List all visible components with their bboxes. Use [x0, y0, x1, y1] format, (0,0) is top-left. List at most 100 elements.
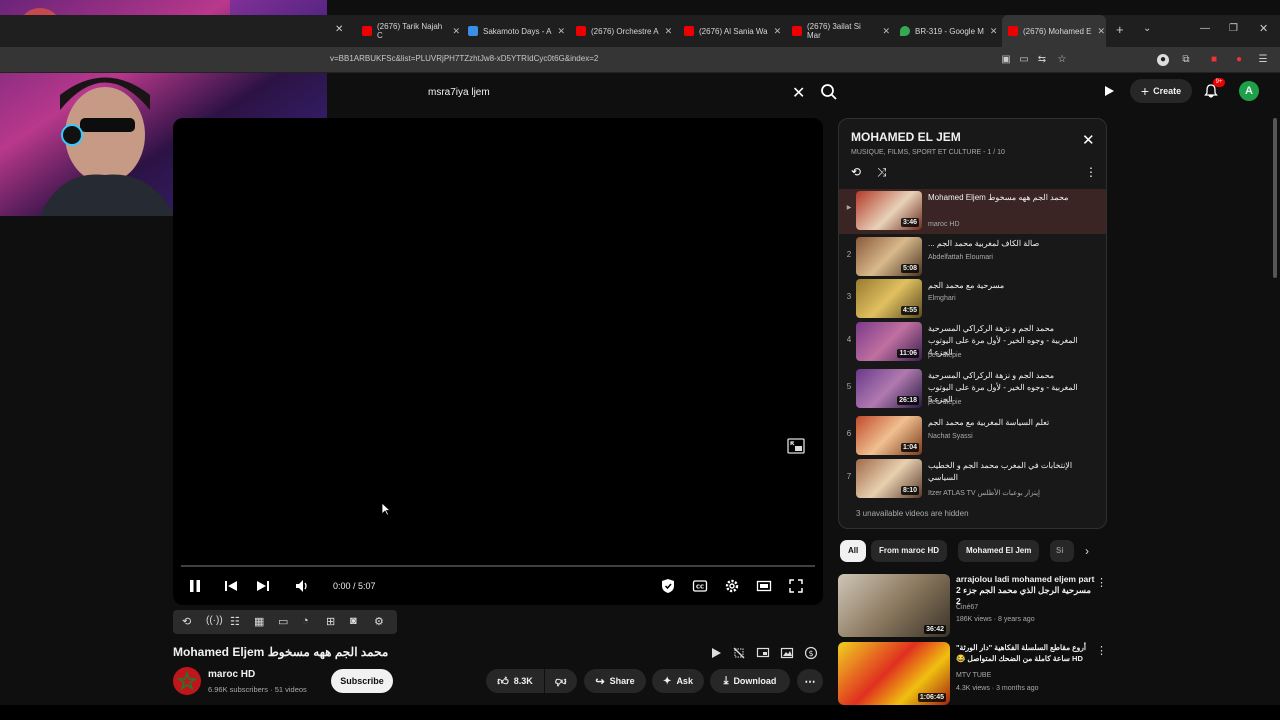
duration-badge: 8:10: [900, 486, 919, 495]
playlist-item[interactable]: 5 26:18 محمد الجم و نزهة الركراكي المسرح…: [839, 367, 1106, 413]
tab-close-icon[interactable]: ✕: [882, 26, 890, 37]
pause-icon[interactable]: [187, 578, 203, 594]
more-vertical-icon[interactable]: ⋮: [1085, 165, 1097, 179]
video-player[interactable]: 0:00 / 5:07 CC: [173, 118, 823, 605]
loop-playlist-icon[interactable]: ⟲: [851, 165, 861, 179]
url-text[interactable]: v=BB1ARBUKFSc&list=PLUVRjPH7TZzhtJw8-xD5…: [330, 54, 598, 63]
maps-favicon-icon: [900, 26, 910, 36]
more-vertical-icon[interactable]: ⋮: [1096, 644, 1107, 657]
chip-from-channel[interactable]: From maroc HD: [871, 540, 948, 562]
tab-close-icon[interactable]: ✕: [1097, 26, 1105, 37]
grid-icon[interactable]: ▦: [254, 615, 268, 629]
dollar-icon[interactable]: $: [804, 646, 818, 660]
restore-icon[interactable]: ❐: [1229, 23, 1238, 34]
add-box-icon[interactable]: ⊞: [326, 615, 340, 629]
search-box[interactable]: msra7iya ljem ✕: [416, 78, 814, 106]
browser-tab[interactable]: (2676) Tarik Najah C ✕: [356, 15, 460, 47]
address-bar[interactable]: v=BB1ARBUKFSc&list=PLUVRjPH7TZzhtJw8-xD5…: [0, 47, 1280, 73]
chip-partial[interactable]: Si: [1050, 540, 1074, 562]
close-playlist-icon[interactable]: ✕: [1082, 133, 1095, 148]
shield-icon[interactable]: [660, 578, 676, 594]
volume-icon[interactable]: [294, 578, 310, 594]
duration-badge: 26:18: [897, 396, 919, 405]
picture-in-picture-icon[interactable]: [756, 646, 770, 660]
playlist-item[interactable]: 3 4:55 مسرحية مع محمد الجم Elmghari: [839, 277, 1106, 322]
ask-button[interactable]: ✦ Ask: [652, 669, 704, 693]
tab-close-icon[interactable]: ✕: [335, 24, 343, 35]
no-autoplay-icon[interactable]: [732, 646, 746, 660]
recommended-title: أروع مقاطع السلسلة الفكاهية "دار الورثة"…: [956, 643, 1086, 663]
play-icon[interactable]: [1103, 85, 1115, 97]
profile-icon[interactable]: ●: [1233, 54, 1245, 66]
resize-icon[interactable]: ▭: [278, 615, 292, 629]
chip-all[interactable]: All: [840, 540, 867, 562]
browser-menu-icon[interactable]: ☰: [1257, 54, 1269, 66]
loop-icon[interactable]: ⟲: [182, 615, 196, 629]
shuffle-icon[interactable]: ⤨: [877, 165, 887, 180]
search-input[interactable]: msra7iya ljem: [428, 87, 490, 98]
window-close-icon[interactable]: ✕: [1259, 22, 1268, 35]
playlist-item[interactable]: 2 5:08 صالة الكاف لمغربية محمد الجم ... …: [839, 235, 1106, 280]
screenshot-icon[interactable]: ▣: [1000, 54, 1012, 66]
browser-tab[interactable]: (2676) Orchestre A ✕: [570, 15, 674, 47]
miniplayer-icon[interactable]: [787, 438, 805, 454]
extension-icon[interactable]: ●: [1157, 54, 1169, 66]
recording-icon[interactable]: ■: [1208, 54, 1220, 66]
fullscreen-icon[interactable]: [788, 578, 804, 594]
download-button[interactable]: ⤓ Download: [710, 669, 790, 693]
translate-icon[interactable]: ⇆: [1036, 54, 1048, 66]
minimize-icon[interactable]: —: [1200, 23, 1210, 34]
playlist-item[interactable]: 7 8:10 الإنتخابات في المغرب محمد الجم و …: [839, 457, 1106, 503]
browser-tab[interactable]: BR-319 - Google M ✕: [894, 15, 998, 47]
image-icon[interactable]: [780, 646, 794, 660]
account-avatar[interactable]: A: [1239, 81, 1259, 101]
like-button[interactable]: 👍︎ 8.3K: [486, 669, 544, 693]
theater-mode-icon[interactable]: [756, 578, 772, 594]
browser-tab-active[interactable]: (2676) Mohamed E ✕: [1002, 15, 1106, 47]
recommended-video[interactable]: 1:06:45 أروع مقاطع السلسلة الفكاهية "دار…: [838, 642, 1108, 706]
more-actions-button[interactable]: ⋯: [797, 669, 823, 693]
tab-close-icon[interactable]: ✕: [990, 26, 998, 37]
tab-close-icon[interactable]: ✕: [557, 26, 565, 37]
channel-avatar[interactable]: [173, 667, 201, 695]
previous-icon[interactable]: [223, 578, 239, 594]
extensions-puzzle-icon[interactable]: ⧉: [1180, 54, 1192, 66]
tab-label: BR-319 - Google M: [915, 26, 984, 36]
playlist-item[interactable]: 4 11:06 محمد الجم و نزهة الركراكي المسرح…: [839, 320, 1106, 366]
tab-close-icon[interactable]: ✕: [774, 26, 782, 37]
captions-icon[interactable]: CC: [692, 578, 708, 594]
subscribe-button[interactable]: Subscribe: [331, 669, 393, 693]
tab-list-chevron-icon[interactable]: ⌄: [1143, 23, 1151, 34]
share-button[interactable]: ↪ Share: [584, 669, 646, 693]
next-icon[interactable]: [255, 578, 271, 594]
page-scrollbar[interactable]: [1273, 118, 1277, 278]
chevron-right-icon[interactable]: ›: [1085, 544, 1089, 558]
play-icon[interactable]: [709, 646, 723, 660]
tab-close-icon[interactable]: ✕: [665, 26, 673, 37]
playlist-item[interactable]: ▶ 3:46 Mohamed Eljem محمد الجم ههه مسخوط…: [839, 189, 1106, 234]
tab-close-icon[interactable]: ✕: [452, 26, 460, 37]
more-vertical-icon[interactable]: ⋮: [1096, 576, 1107, 589]
browser-tab[interactable]: (2676) Al Sania Wa ✕: [678, 15, 782, 47]
dislike-button[interactable]: 👍︎: [545, 669, 577, 693]
browser-tab[interactable]: Sakamoto Days - A ✕: [462, 15, 566, 47]
browser-tab[interactable]: (2676) 3ailat Si Mar ✕: [786, 15, 890, 47]
search-button[interactable]: [817, 80, 841, 104]
recommended-video[interactable]: 36:42 arrajolou ladi mohamed eljem part …: [838, 574, 1108, 638]
cast-icon[interactable]: ▭: [1018, 54, 1030, 66]
camera-icon[interactable]: ◙: [350, 615, 364, 629]
playlist-title[interactable]: MOHAMED EL JEM: [851, 130, 961, 144]
bookmark-star-icon[interactable]: ☆: [1056, 54, 1068, 66]
progress-bar[interactable]: [181, 565, 815, 567]
playlist-icon[interactable]: ☷: [230, 615, 244, 629]
channel-name[interactable]: maroc HD: [208, 669, 255, 680]
create-button[interactable]: + Create: [1130, 79, 1192, 103]
chip-mohamed-el-jem[interactable]: Mohamed El Jem: [958, 540, 1040, 562]
clear-search-icon[interactable]: ✕: [792, 83, 805, 103]
speed-icon[interactable]: ◔: [302, 615, 316, 629]
new-tab-icon[interactable]: +: [1116, 22, 1124, 37]
settings-gear-icon[interactable]: ⚙: [374, 615, 388, 629]
settings-gear-icon[interactable]: [724, 578, 740, 594]
audio-wave-icon[interactable]: ((·)): [206, 615, 223, 629]
playlist-item[interactable]: 6 1:04 تعلم السياسة المغربية مع محمد الج…: [839, 414, 1106, 459]
